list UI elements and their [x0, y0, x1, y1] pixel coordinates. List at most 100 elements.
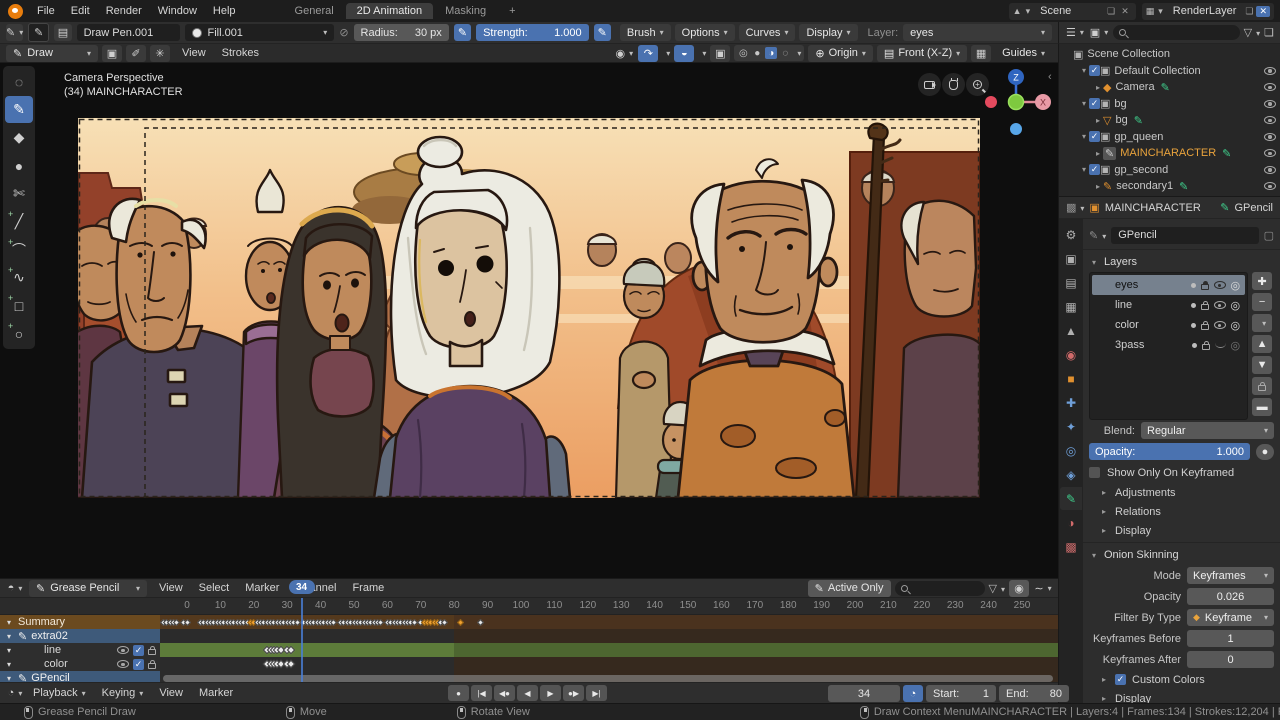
- outliner-row[interactable]: ▸▽bg✎: [1059, 112, 1280, 129]
- filter-icon[interactable]: ▽▾: [1244, 26, 1260, 39]
- properties-tab-scene[interactable]: ▲: [1060, 319, 1082, 342]
- channel-summary[interactable]: ▾Summary: [0, 615, 160, 629]
- lock-icon[interactable]: [1201, 324, 1209, 330]
- blend-dropdown[interactable]: Regular▾: [1141, 422, 1274, 439]
- collapse-icon[interactable]: ▸: [1093, 116, 1103, 125]
- panel-relations[interactable]: ▸Relations: [1089, 502, 1274, 521]
- proportional-edit-icon[interactable]: ◉: [1009, 580, 1029, 597]
- workspace-tab-2d-animation[interactable]: 2D Animation: [346, 3, 433, 19]
- collection-checkbox[interactable]: ✓: [1089, 164, 1100, 175]
- onion-skin-icon[interactable]: ◎: [1231, 339, 1241, 352]
- breadcrumb-data[interactable]: GPencil: [1234, 202, 1273, 214]
- horizontal-scrollbar[interactable]: [163, 675, 1053, 682]
- menu-keying[interactable]: Keying▾: [94, 687, 152, 699]
- menu-edit[interactable]: Edit: [63, 5, 98, 17]
- opacity-animate-button[interactable]: ●: [1256, 444, 1274, 460]
- play-reverse-button[interactable]: ◀: [517, 685, 538, 701]
- expand-icon[interactable]: ▾: [1079, 66, 1089, 75]
- custom-colors-subpanel[interactable]: ▸✓ Custom Colors: [1089, 670, 1274, 689]
- collection-checkbox[interactable]: ✓: [1089, 65, 1100, 76]
- panel-display[interactable]: ▸Display: [1089, 521, 1274, 540]
- eye-icon[interactable]: [1264, 149, 1276, 157]
- dope-sheet-search-input[interactable]: [895, 581, 985, 596]
- collapse-icon[interactable]: ▸: [1093, 182, 1103, 191]
- outliner-row[interactable]: ▾✓▣gp_queen: [1059, 129, 1280, 146]
- scene-name[interactable]: Scene: [1034, 5, 1104, 17]
- expand-icon[interactable]: ▾: [4, 660, 14, 669]
- eye-icon[interactable]: [1214, 281, 1226, 289]
- eye-icon[interactable]: [1264, 166, 1276, 174]
- collapse-icon[interactable]: ▸: [1093, 83, 1103, 92]
- new-collection-icon[interactable]: ❏: [1264, 26, 1274, 39]
- expand-icon[interactable]: ▾: [4, 632, 14, 641]
- eye-closed-icon[interactable]: [1215, 343, 1226, 348]
- remove-layer-button[interactable]: −: [1252, 293, 1272, 311]
- cursor-tool[interactable]: ◌: [5, 68, 33, 95]
- display-mode-icon[interactable]: ▣▾: [1089, 24, 1109, 41]
- lock-icon[interactable]: [1201, 304, 1209, 310]
- onion-display-subpanel[interactable]: ▸Display: [1089, 689, 1274, 703]
- properties-tab-tool[interactable]: ⚙: [1060, 223, 1082, 246]
- multiframe-icon[interactable]: ▣: [102, 45, 122, 62]
- unlink-icon[interactable]: ⊘: [339, 26, 348, 39]
- view-in-render-button[interactable]: ▬: [1252, 398, 1272, 416]
- outliner-row[interactable]: ▸✎MAINCHARACTER✎: [1059, 145, 1280, 162]
- copy-icon[interactable]: ❏: [1104, 6, 1118, 17]
- editor-type-icon[interactable]: ▩▾: [1066, 201, 1084, 214]
- properties-tab-render[interactable]: ▣: [1060, 247, 1082, 270]
- add-layer-button[interactable]: ✚: [1252, 272, 1272, 290]
- outliner-row[interactable]: ▾✓▣Default Collection: [1059, 63, 1280, 80]
- strength-slider[interactable]: Strength:1.000: [476, 24, 589, 41]
- shading-material-icon[interactable]: ◑: [765, 47, 777, 59]
- properties-tab-view-layer[interactable]: ▦: [1060, 295, 1082, 318]
- channel-checkbox[interactable]: ✓: [133, 645, 144, 656]
- dope-sheet-mode-dropdown[interactable]: ✎Grease Pencil▾: [29, 580, 147, 597]
- record-button[interactable]: ●: [448, 685, 469, 701]
- gizmo-toggle-icon[interactable]: ↷: [638, 45, 658, 62]
- layer-dropdown[interactable]: eyes▾: [903, 24, 1052, 41]
- editor-type-icon[interactable]: ◓▾: [5, 580, 25, 597]
- menu-help[interactable]: Help: [205, 5, 244, 17]
- expand-icon[interactable]: ▾: [4, 618, 14, 627]
- brush-preview-icon[interactable]: ▤: [54, 24, 71, 41]
- menu-view[interactable]: View: [151, 687, 191, 699]
- keyframes-before-field[interactable]: 1: [1187, 630, 1274, 647]
- custom-colors-checkbox[interactable]: ✓: [1115, 674, 1126, 685]
- radius-slider[interactable]: Radius:30 px: [354, 24, 449, 41]
- gpencil-layer-row[interactable]: color◎: [1092, 315, 1245, 335]
- outliner-row-root[interactable]: ▣Scene Collection: [1059, 46, 1280, 63]
- layers-panel-header[interactable]: ▾Layers: [1089, 252, 1274, 272]
- menu-options[interactable]: Options▾: [675, 24, 735, 41]
- eye-icon[interactable]: [1264, 83, 1276, 91]
- layer-specials-button[interactable]: ▾: [1252, 314, 1272, 332]
- cutter-tool[interactable]: ✄: [5, 180, 33, 207]
- material-selector[interactable]: Fill.001 ▾: [185, 24, 334, 41]
- breadcrumb-object[interactable]: MAINCHARACTER: [1105, 202, 1201, 214]
- menu-marker[interactable]: Marker: [191, 687, 241, 699]
- outliner-search-input[interactable]: [1113, 25, 1240, 40]
- workspace-tab-masking[interactable]: Masking: [434, 3, 497, 19]
- show-only-keyframed-checkbox[interactable]: [1089, 467, 1100, 478]
- current-frame-field[interactable]: 34: [828, 685, 900, 702]
- orientation-dropdown[interactable]: ▤Front (X-Z)▾: [877, 45, 967, 62]
- draw-tool[interactable]: ✎: [5, 96, 33, 123]
- blender-logo-icon[interactable]: [8, 4, 23, 19]
- opacity-slider[interactable]: Opacity:1.000: [1089, 443, 1250, 460]
- properties-tab-world[interactable]: ◉: [1060, 343, 1082, 366]
- prev-keyframe-button[interactable]: ◀●: [494, 685, 515, 701]
- menu-strokes[interactable]: Strokes: [214, 47, 267, 59]
- menu-frame[interactable]: Frame: [344, 582, 392, 594]
- expand-icon[interactable]: ▾: [1079, 99, 1089, 108]
- copy-icon[interactable]: ❏: [1242, 6, 1256, 17]
- shield-icon[interactable]: ▢: [1264, 229, 1274, 242]
- current-frame-line[interactable]: [301, 598, 303, 683]
- erase-tool[interactable]: ●: [5, 152, 33, 179]
- circle-tool[interactable]: ○+: [5, 320, 33, 347]
- eye-icon[interactable]: [1264, 67, 1276, 75]
- current-frame-badge[interactable]: 34: [289, 580, 315, 594]
- stopwatch-icon[interactable]: ◔: [903, 685, 923, 702]
- lock-icon[interactable]: [1202, 344, 1210, 350]
- strength-pressure-toggle[interactable]: ✎: [594, 24, 611, 41]
- outliner-row[interactable]: ▾✓▣gp_second: [1059, 162, 1280, 179]
- onion-filter-dropdown[interactable]: ◆Keyframe▾: [1187, 609, 1274, 626]
